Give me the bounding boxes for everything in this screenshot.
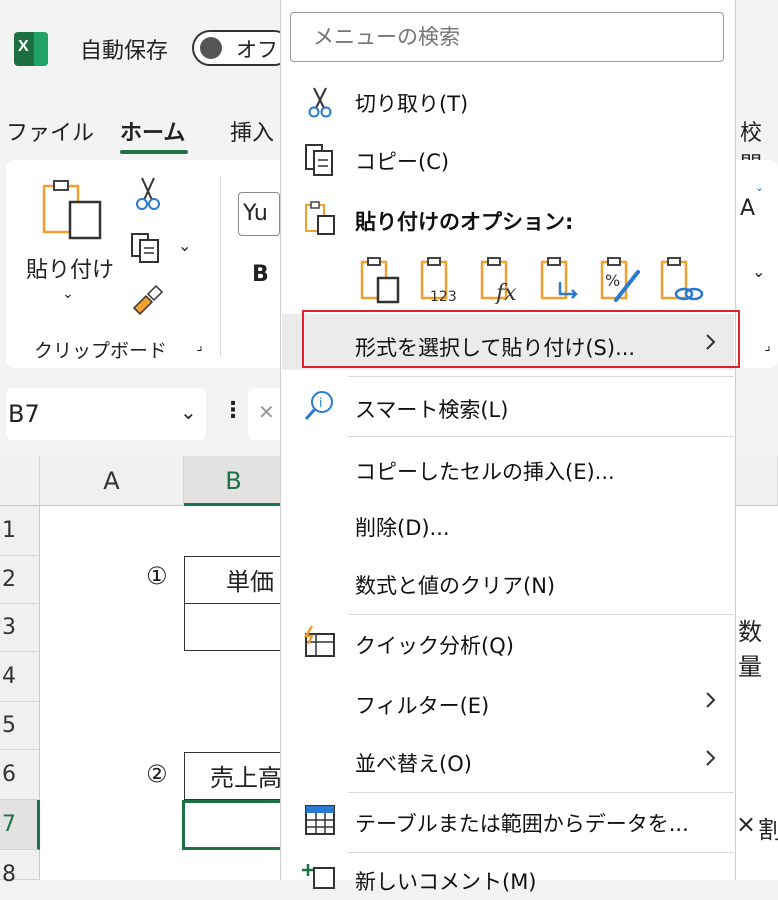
row-header[interactable]: 6 bbox=[0, 750, 40, 800]
row-header[interactable]: 4 bbox=[0, 652, 40, 702]
svg-text:i: i bbox=[319, 396, 322, 410]
row-header[interactable]: 2 bbox=[0, 556, 40, 604]
chevron-down-icon[interactable]: ⌄ bbox=[752, 262, 765, 281]
menu-separator bbox=[348, 376, 734, 377]
menu-separator bbox=[348, 436, 734, 437]
active-cell-b7[interactable] bbox=[182, 800, 284, 850]
row-header-active[interactable]: 7 bbox=[0, 800, 40, 850]
chevron-down-icon[interactable]: ⌄ bbox=[180, 400, 197, 424]
tab-home[interactable]: ホーム bbox=[120, 115, 185, 147]
bold-button[interactable]: B bbox=[252, 262, 269, 287]
menu-item-sort[interactable]: 並べ替え(O) bbox=[355, 748, 472, 778]
menu-item-quick-analysis[interactable]: クイック分析(Q) bbox=[355, 630, 514, 660]
paste-transpose-icon[interactable] bbox=[538, 256, 584, 304]
paste-dropdown-icon[interactable]: ⌄ bbox=[62, 286, 74, 302]
row-header[interactable]: 1 bbox=[0, 506, 40, 556]
font-name-box[interactable]: Yu bbox=[238, 192, 280, 236]
menu-item-new-comment[interactable]: 新しいコメント(M) bbox=[355, 866, 537, 896]
name-box-value: B7 bbox=[8, 400, 40, 428]
marker-1: ① bbox=[146, 562, 168, 590]
font-grow-button[interactable]: A bbox=[740, 196, 755, 221]
menu-separator bbox=[348, 852, 734, 853]
dialog-launcher-icon[interactable]: ⌟ bbox=[196, 338, 203, 354]
excel-logo-icon bbox=[14, 32, 48, 66]
row-header[interactable]: 3 bbox=[0, 604, 40, 652]
format-painter-icon[interactable] bbox=[130, 284, 164, 318]
menu-item-smart-lookup[interactable]: スマート検索(L) bbox=[355, 394, 508, 424]
table-icon bbox=[302, 802, 338, 838]
paste-options-icon bbox=[302, 200, 338, 236]
chevron-right-icon bbox=[700, 690, 720, 710]
menu-search-input[interactable] bbox=[290, 12, 724, 62]
menu-item-insert-copied-cells[interactable]: コピーしたセルの挿入(E)... bbox=[355, 456, 615, 486]
toggle-knob bbox=[200, 37, 222, 59]
multiply-sign: × bbox=[736, 810, 757, 838]
header-discount: 割 bbox=[758, 816, 778, 844]
cut-icon bbox=[302, 84, 338, 120]
copy-dropdown-icon[interactable]: ⌄ bbox=[178, 236, 191, 255]
autosave-label: 自動保存 bbox=[80, 39, 169, 64]
more-icon[interactable]: ⋮ bbox=[222, 398, 244, 423]
group-divider bbox=[220, 176, 221, 356]
dialog-launcher-icon-2[interactable]: ⌟ bbox=[764, 338, 771, 354]
paste-options-header: 貼り付けのオプション: bbox=[355, 210, 574, 234]
chevron-up-icon: ˇ bbox=[756, 188, 763, 204]
paste-link-icon[interactable] bbox=[658, 256, 704, 304]
paste-formatting-icon[interactable]: % bbox=[598, 256, 644, 304]
autosave-toggle[interactable]: オフ bbox=[192, 30, 292, 66]
column-header-a[interactable]: A bbox=[40, 456, 184, 506]
quick-analysis-icon bbox=[302, 624, 338, 660]
svg-text:%: % bbox=[605, 271, 620, 290]
header-quantity: 数量 bbox=[738, 618, 762, 681]
context-menu bbox=[280, 0, 736, 880]
header-sales: 売上高 bbox=[210, 764, 282, 792]
clipboard-group-label: クリップボード bbox=[34, 340, 168, 362]
svg-text:123: 123 bbox=[430, 289, 457, 304]
column-header-b[interactable]: B bbox=[184, 456, 284, 506]
marker-2: ② bbox=[146, 760, 168, 788]
cut-icon[interactable] bbox=[134, 176, 162, 212]
select-all-corner[interactable] bbox=[0, 456, 40, 506]
paste-formulas-icon[interactable]: fx bbox=[478, 256, 524, 306]
menu-separator bbox=[348, 614, 734, 615]
active-tab-indicator bbox=[120, 150, 188, 154]
cell-b3[interactable] bbox=[184, 603, 284, 651]
menu-item-copy[interactable]: コピー(C) bbox=[355, 146, 449, 176]
menu-item-from-table-range[interactable]: テーブルまたは範囲からデータを... bbox=[355, 808, 689, 838]
menu-item-clear-contents[interactable]: 数式と値のクリア(N) bbox=[355, 570, 555, 600]
copy-icon[interactable] bbox=[130, 232, 162, 264]
svg-text:fx: fx bbox=[494, 281, 517, 304]
paste-icon[interactable] bbox=[36, 178, 108, 242]
paste-label[interactable]: 貼り付け bbox=[26, 252, 114, 284]
row-header[interactable]: 8 bbox=[0, 850, 40, 887]
header-unit-price: 単価 bbox=[226, 568, 274, 596]
menu-item-delete[interactable]: 削除(D)... bbox=[355, 512, 450, 542]
new-comment-icon bbox=[302, 860, 338, 896]
autosave-state: オフ bbox=[236, 38, 278, 62]
smart-lookup-icon: i bbox=[302, 388, 338, 424]
tab-insert[interactable]: 挿入 bbox=[230, 115, 274, 147]
column-header-next[interactable] bbox=[736, 456, 778, 506]
menu-separator bbox=[348, 792, 734, 793]
menu-item-cut[interactable]: 切り取り(T) bbox=[355, 88, 468, 118]
paste-values-icon[interactable]: 123 bbox=[418, 256, 464, 305]
close-icon: ✕ bbox=[258, 400, 275, 424]
row-header[interactable]: 5 bbox=[0, 702, 40, 750]
paste-icon[interactable] bbox=[358, 256, 404, 304]
menu-item-filter[interactable]: フィルター(E) bbox=[355, 690, 489, 720]
chevron-right-icon bbox=[700, 748, 720, 768]
copy-icon bbox=[302, 142, 338, 178]
highlight-annotation-box bbox=[302, 310, 740, 368]
tab-file[interactable]: ファイル bbox=[6, 115, 94, 147]
